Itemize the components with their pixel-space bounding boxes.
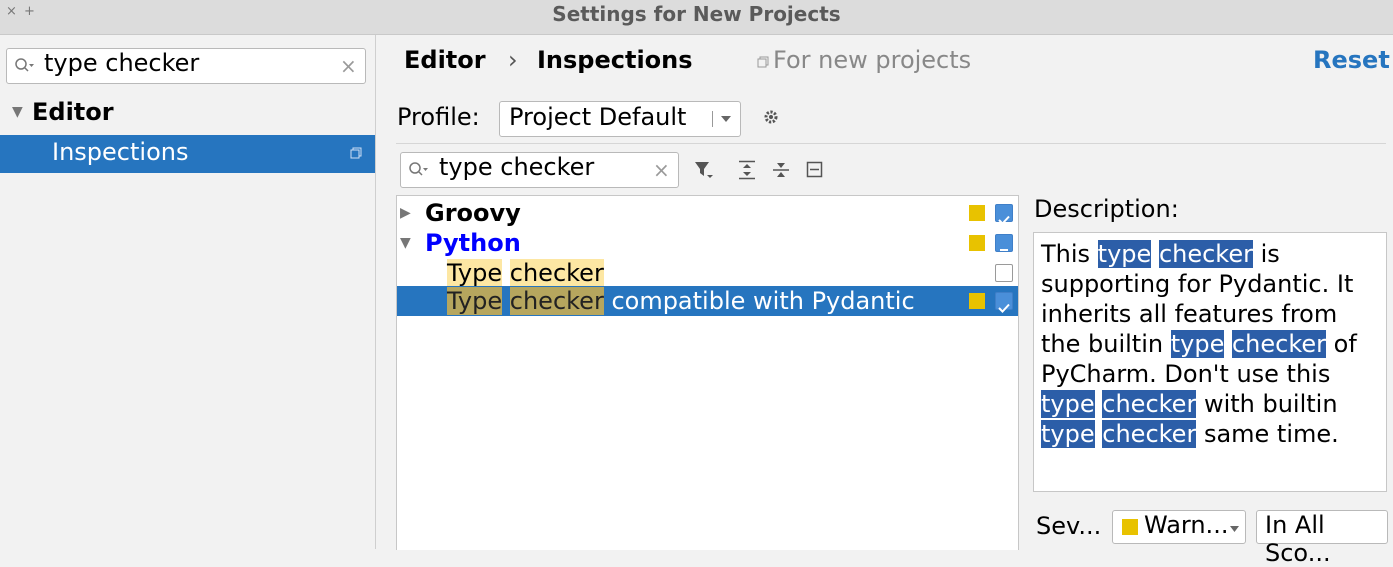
severity-color-icon: [969, 293, 985, 309]
inspections-tree: ▶ Groovy ▼ Python Type checker Type chec…: [396, 195, 1019, 550]
project-scope-icon: [350, 147, 362, 159]
clear-search-icon[interactable]: ×: [340, 54, 357, 78]
description-label: Description:: [1034, 195, 1179, 223]
breadcrumb-separator: ›: [508, 46, 518, 74]
profile-dropdown[interactable]: Project Default: [499, 101, 741, 137]
description-text: This type checker is supporting for Pyda…: [1041, 240, 1357, 448]
sidebar-item-label: Inspections: [52, 138, 189, 166]
dropdown-divider: [712, 111, 713, 127]
severity-color-icon: [969, 235, 985, 251]
scope-value: In All Sco...: [1265, 511, 1331, 567]
expand-all-icon[interactable]: [738, 160, 756, 180]
sidebar-search[interactable]: type checker ×: [6, 48, 366, 84]
expanded-arrow-icon[interactable]: ▼: [400, 228, 411, 258]
chevron-down-icon: [1230, 526, 1239, 532]
profile-value: Project Default: [509, 103, 687, 131]
collapse-all-icon[interactable]: [772, 160, 790, 180]
gear-icon[interactable]: [762, 108, 780, 126]
checkmark-icon: [998, 215, 1010, 225]
sidebar-item-inspections[interactable]: Inspections: [0, 135, 375, 173]
filter-icon[interactable]: [694, 160, 714, 180]
item-label: Type checker: [447, 259, 604, 287]
item-checkbox[interactable]: [995, 264, 1013, 282]
checkmark-icon: [998, 303, 1010, 313]
severity-value: Warn...: [1144, 511, 1229, 539]
inspection-filter[interactable]: type checker ×: [400, 152, 679, 188]
clear-filter-icon[interactable]: ×: [653, 158, 670, 182]
group-label: Groovy: [425, 199, 521, 227]
scope-dropdown[interactable]: In All Sco...: [1256, 510, 1388, 567]
scope-note: For new projects: [773, 46, 972, 74]
severity-color-icon: [969, 205, 985, 221]
severity-label: Sev...: [1036, 512, 1102, 540]
severity-dropdown[interactable]: Warn...: [1112, 510, 1246, 544]
collapsed-arrow-icon[interactable]: ▶: [400, 198, 411, 228]
breadcrumb-inspections: Inspections: [537, 46, 693, 74]
expand-arrow-icon[interactable]: ▼: [12, 104, 23, 120]
project-scope-icon: [757, 56, 769, 68]
item-label: Type checker compatible with Pydantic: [447, 287, 915, 315]
description-panel: This type checker is supporting for Pyda…: [1033, 232, 1387, 492]
group-label: Python: [425, 229, 521, 257]
profile-label: Profile:: [397, 103, 480, 131]
search-icon: [409, 162, 428, 176]
item-checkbox[interactable]: [995, 292, 1013, 313]
reset-link[interactable]: Reset: [1313, 46, 1390, 74]
group-checkbox[interactable]: [995, 204, 1013, 225]
tree-item-type-checker-pydantic[interactable]: Type checker compatible with Pydantic: [397, 286, 1018, 316]
inspection-filter-input[interactable]: type checker: [439, 153, 594, 181]
group-checkbox-mixed[interactable]: [995, 234, 1013, 252]
sidebar-search-input[interactable]: type checker: [44, 49, 199, 77]
minus-icon: [1000, 249, 1008, 251]
sidebar-item-editor[interactable]: Editor: [32, 98, 114, 126]
tree-group-python[interactable]: ▼ Python: [397, 228, 1018, 258]
reset-to-default-icon[interactable]: [806, 161, 824, 179]
chevron-down-icon: [721, 116, 731, 122]
window-title: Settings for New Projects: [552, 2, 841, 26]
search-icon: [15, 58, 34, 72]
warning-color-icon: [1122, 519, 1138, 535]
breadcrumb-editor: Editor: [404, 46, 486, 74]
tree-group-groovy[interactable]: ▶ Groovy: [397, 198, 1018, 228]
divider: [396, 143, 1386, 144]
tree-item-type-checker[interactable]: Type checker: [397, 258, 1018, 288]
